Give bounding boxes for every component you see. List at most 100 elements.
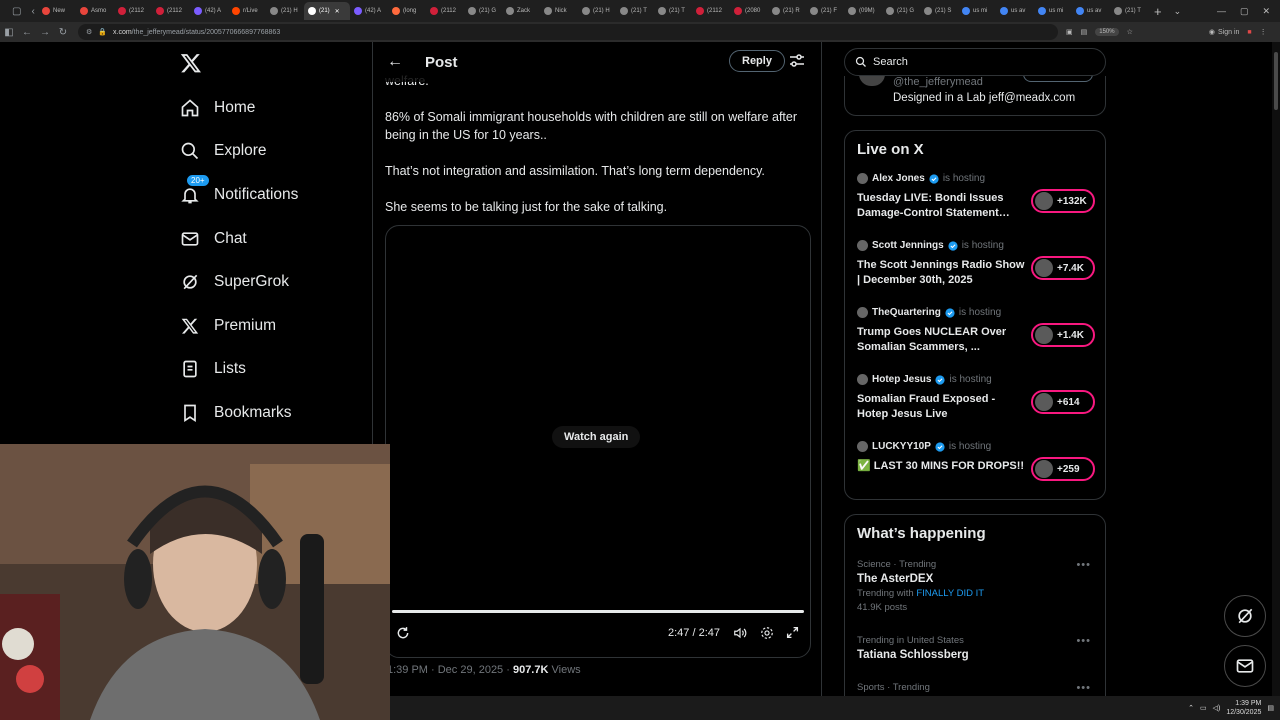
grok-fab-button[interactable] (1224, 595, 1266, 637)
browser-tab[interactable]: (42) A (190, 2, 228, 20)
browser-tab[interactable]: (21) S (920, 2, 958, 20)
listener-count-pill[interactable]: +614 (1031, 390, 1095, 414)
network-icon[interactable]: ▭ (1200, 704, 1207, 712)
page-scrollbar[interactable] (1272, 42, 1280, 696)
browser-tab[interactable]: (21) F (806, 2, 844, 20)
minimize-icon[interactable]: — (1217, 6, 1226, 16)
live-space-item[interactable]: Scott Jennings is hosting The Scott Jennin… (857, 240, 1097, 300)
browser-tab[interactable]: us mi (1034, 2, 1072, 20)
back-arrow-icon[interactable]: ← (387, 53, 403, 71)
more-options-icon[interactable]: ••• (1076, 559, 1091, 571)
close-icon[interactable]: ✕ (1262, 6, 1270, 17)
host-name[interactable]: Hotep Jesus (872, 374, 931, 385)
host-name[interactable]: TheQuartering (872, 307, 941, 318)
browser-tab[interactable]: (21) H (578, 2, 616, 20)
browser-tab[interactable]: (09M) (844, 2, 882, 20)
sidebar-toggle-icon[interactable]: ◧ (0, 27, 18, 38)
new-tab-button[interactable]: + (1148, 4, 1168, 19)
browser-tab[interactable]: New (38, 2, 76, 20)
live-space-item[interactable]: TheQuartering is hosting Trump Goes NUCLEA… (857, 307, 1097, 367)
forward-icon[interactable]: → (36, 27, 54, 38)
more-options-icon[interactable]: ••• (1076, 635, 1091, 647)
filter-icon[interactable] (789, 54, 805, 68)
host-name[interactable]: LUCKYY10P (872, 441, 931, 452)
tab-close-icon[interactable]: ✕ (335, 8, 340, 15)
browser-tab[interactable]: (21) ✕ (304, 2, 350, 20)
volume-icon[interactable] (732, 626, 748, 640)
extension-icon[interactable]: ■ (1247, 29, 1251, 36)
tab-scroll-arrows[interactable]: ▢ ‹ (0, 6, 38, 17)
trend-with-link[interactable]: FINALLY DID IT (916, 588, 984, 599)
nav-lists[interactable]: Lists (180, 359, 246, 379)
browser-tab[interactable]: us av (996, 2, 1034, 20)
browser-tab[interactable]: us av (1072, 2, 1110, 20)
tray-chevron-icon[interactable]: ⌃ (1188, 704, 1194, 712)
nav-bookmarks[interactable]: Bookmarks (180, 403, 292, 423)
browser-tab[interactable]: Asmo (76, 2, 114, 20)
reply-button[interactable]: Reply (729, 50, 785, 72)
browser-tab[interactable]: Zack (502, 2, 540, 20)
replay-icon[interactable] (396, 626, 410, 640)
browser-tab[interactable]: (2080 (730, 2, 768, 20)
url-field[interactable]: ⚙ 🔒 x.com/the_jefferymead/status/2005770… (78, 24, 1058, 40)
browser-tab[interactable]: (2112 (152, 2, 190, 20)
trend-item[interactable]: Trending in United States Tatiana Schlos… (857, 635, 1097, 661)
watch-again-button[interactable]: Watch again (552, 426, 641, 448)
browser-tab[interactable]: (long (388, 2, 426, 20)
nav-home[interactable]: Home (180, 98, 255, 118)
menu-icon[interactable]: ⋮ (1260, 28, 1267, 36)
more-options-icon[interactable]: ••• (1076, 682, 1091, 694)
host-name[interactable]: Alex Jones (872, 173, 925, 184)
tab-dropdown-icon[interactable]: ⌄ (1168, 6, 1188, 17)
listener-count-pill[interactable]: +259 (1031, 457, 1095, 481)
browser-tab[interactable]: (42) A (350, 2, 388, 20)
tab-list-icon[interactable]: ▢ (12, 6, 21, 17)
sign-in-button[interactable]: ◉ Sign in (1209, 28, 1240, 37)
live-space-item[interactable]: LUCKYY10P is hosting ✅ LAST 30 MINS FOR DR… (857, 441, 1097, 501)
browser-tab[interactable]: (2112 (114, 2, 152, 20)
profile-handle[interactable]: @the_jefferymead (893, 76, 983, 88)
fullscreen-icon[interactable] (786, 626, 799, 639)
browser-tab[interactable]: (21) T (1110, 2, 1148, 20)
reader-icon[interactable]: ▤ (1081, 28, 1088, 36)
taskbar-clock[interactable]: 1:39 PM 12/30/2025 (1226, 699, 1261, 717)
nav-explore[interactable]: Explore (180, 141, 267, 161)
zoom-level[interactable]: 150% (1095, 28, 1119, 36)
messages-fab-button[interactable] (1224, 645, 1266, 687)
browser-tab[interactable]: (21) T (654, 2, 692, 20)
site-info-icon[interactable]: ⚙ (86, 28, 92, 36)
live-space-item[interactable]: Alex Jones is hosting Tuesday LIVE: Bondi … (857, 173, 1097, 233)
nav-notifications[interactable]: 20+ Notifications (180, 174, 298, 205)
browser-tab[interactable]: (21) H (266, 2, 304, 20)
trend-item[interactable]: Sports · Trending ••• (857, 682, 1097, 694)
settings-gear-icon[interactable] (760, 626, 774, 640)
browser-tab[interactable]: (21) T (616, 2, 654, 20)
screenshot-icon[interactable]: ▣ (1066, 28, 1073, 36)
search-input[interactable]: Search (844, 48, 1106, 76)
listener-count-pill[interactable]: +7.4K (1031, 256, 1095, 280)
speaker-icon[interactable]: ◁) (1213, 704, 1221, 712)
browser-tab[interactable]: (2112 (426, 2, 464, 20)
browser-tab[interactable]: us mi (958, 2, 996, 20)
browser-tab[interactable]: (21) G (464, 2, 502, 20)
browser-tab[interactable]: r/Live (228, 2, 266, 20)
browser-tab[interactable]: (21) R (768, 2, 806, 20)
trend-item[interactable]: Science · Trending The AsterDEX Trending… (857, 559, 1097, 613)
live-space-item[interactable]: Hotep Jesus is hosting Somalian Fraud Expo… (857, 374, 1097, 434)
reload-icon[interactable]: ↻ (54, 27, 72, 38)
video-progress-bar[interactable] (392, 610, 804, 613)
notification-center-icon[interactable]: ▤ (1267, 704, 1274, 712)
listener-count-pill[interactable]: +132K (1031, 189, 1095, 213)
nav-supergrok[interactable]: SuperGrok (180, 272, 289, 292)
bookmark-star-icon[interactable]: ☆ (1127, 28, 1133, 36)
listener-count-pill[interactable]: +1.4K (1031, 323, 1095, 347)
nav-chat[interactable]: Chat (180, 229, 247, 249)
host-name[interactable]: Scott Jennings (872, 240, 944, 251)
x-logo-icon[interactable] (180, 52, 202, 74)
video-player[interactable]: Watch again 2:47 / 2:47 (385, 225, 811, 658)
browser-tab[interactable]: Nick (540, 2, 578, 20)
browser-tab[interactable]: (2112 (692, 2, 730, 20)
scrollbar-thumb[interactable] (1274, 52, 1278, 110)
back-icon[interactable]: ← (18, 27, 36, 38)
nav-premium[interactable]: Premium (180, 316, 276, 336)
